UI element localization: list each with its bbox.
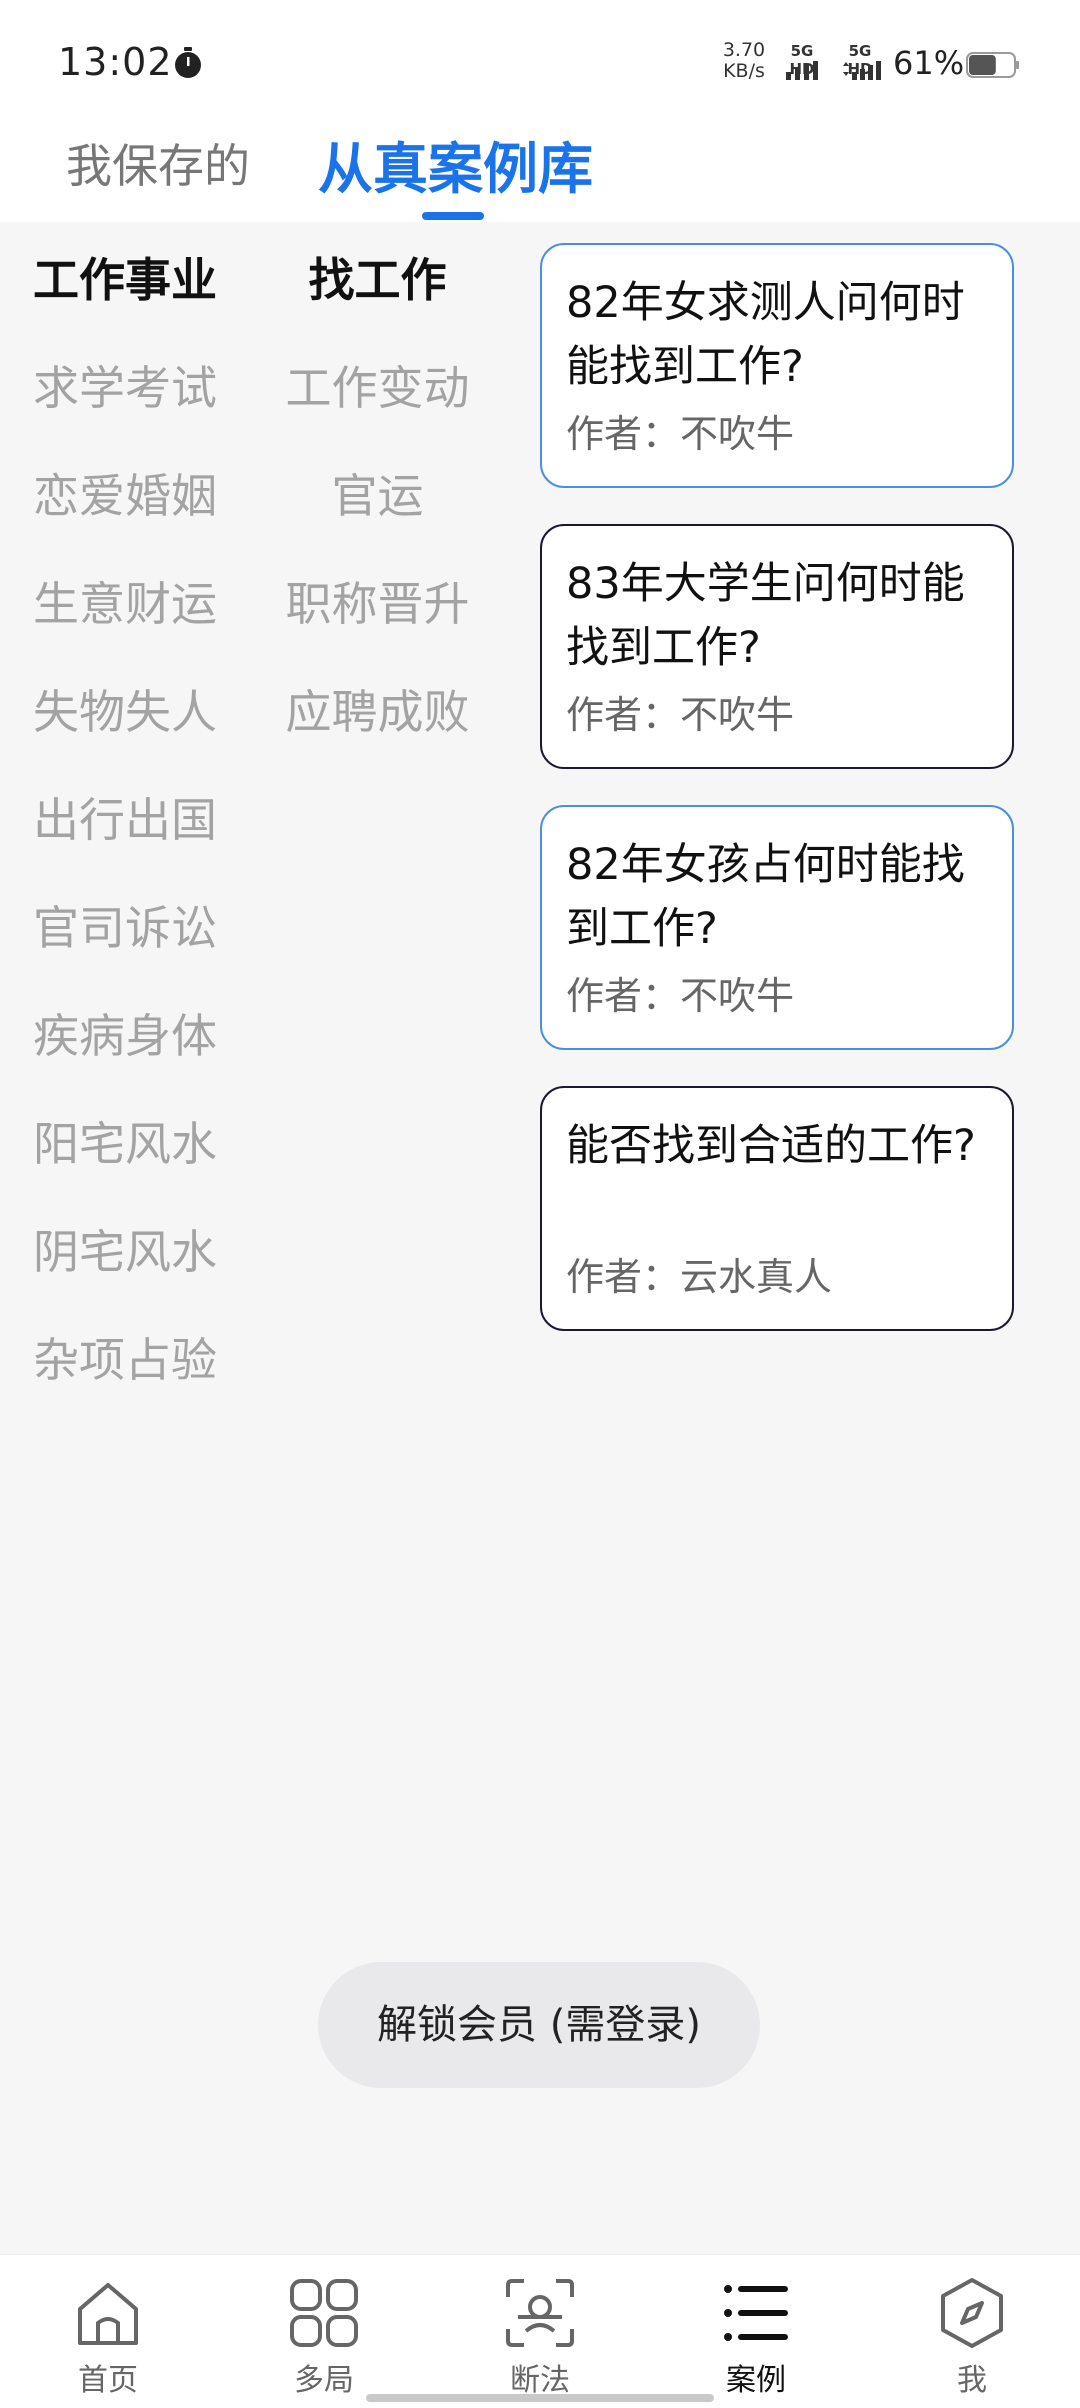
main-category-item[interactable]: 阴宅风水 — [20, 1222, 230, 1330]
list-icon — [724, 2285, 788, 2341]
status-time: 13:02 — [58, 40, 173, 84]
case-author: 作者：不吹牛 — [566, 974, 795, 1018]
main-category-item[interactable]: 官司诉讼 — [20, 898, 230, 1006]
case-card[interactable]: 82年女孩占何时能找到工作? 作者：不吹牛 — [540, 805, 1014, 1050]
nav-cases[interactable]: 案例 — [686, 2255, 826, 2408]
main-category-item[interactable]: 恋爱婚姻 — [20, 466, 230, 574]
main-category-item[interactable]: 疾病身体 — [20, 1006, 230, 1114]
main-category-item[interactable]: 失物失人 — [20, 682, 230, 790]
battery-percent: 61% — [893, 44, 965, 82]
nav-me[interactable]: 我 — [902, 2255, 1042, 2408]
signal-bars-icon — [843, 61, 881, 80]
status-bar: 13:02 3.70 KB/s 5G HD 5G HD 61% — [0, 0, 1080, 110]
sub-category-item[interactable]: 官运 — [270, 466, 485, 574]
battery-icon — [966, 52, 1019, 78]
main-category-item[interactable]: 求学考试 — [20, 358, 230, 466]
main-category-item[interactable]: 生意财运 — [20, 574, 230, 682]
scan-icon — [506, 2279, 574, 2347]
sim2-signal: 5G HD — [834, 42, 886, 82]
case-author: 作者：不吹牛 — [566, 412, 795, 456]
case-author: 作者：不吹牛 — [566, 693, 795, 737]
home-icon — [78, 2283, 138, 2345]
sim1-signal: 5G HD — [776, 42, 828, 82]
unlock-membership-button[interactable]: 解锁会员 (需登录) — [318, 1962, 760, 2088]
nav-method[interactable]: 断法 — [470, 2255, 610, 2408]
network-speed: 3.70 KB/s — [722, 39, 766, 82]
tab-case-library[interactable]: 从真案例库 — [318, 124, 593, 204]
case-title: 能否找到合适的工作? — [566, 1121, 976, 1171]
case-title: 82年女孩占何时能找到工作? — [566, 840, 965, 954]
sub-category-list: 找工作 工作变动 官运 职称晋升 应聘成败 — [270, 250, 485, 790]
case-card[interactable]: 82年女求测人问何时能找到工作? 作者：不吹牛 — [540, 243, 1014, 488]
case-title: 83年大学生问何时能找到工作? — [566, 559, 965, 673]
main-category-item[interactable]: 杂项占验 — [20, 1330, 230, 1438]
signal-bars-icon — [786, 61, 818, 80]
sub-category-item[interactable]: 找工作 — [270, 250, 485, 358]
sub-category-item[interactable]: 应聘成败 — [270, 682, 485, 790]
main-category-item[interactable]: 出行出国 — [20, 790, 230, 898]
sub-category-item[interactable]: 职称晋升 — [270, 574, 485, 682]
stopwatch-icon — [175, 47, 201, 78]
home-indicator — [366, 2394, 714, 2402]
main-category-item[interactable]: 阳宅风水 — [20, 1114, 230, 1222]
sub-category-item[interactable]: 工作变动 — [270, 358, 485, 466]
main-category-list: 工作事业 求学考试 恋爱婚姻 生意财运 失物失人 出行出国 官司诉讼 疾病身体 阳宅风水 阴宅风水… — [20, 250, 230, 1438]
main-category-item[interactable]: 工作事业 — [20, 250, 230, 358]
top-tabs: 我保存的 从真案例库 — [0, 110, 1080, 222]
grid-icon — [290, 2279, 358, 2347]
case-card[interactable]: 83年大学生问何时能找到工作? 作者：不吹牛 — [540, 524, 1014, 769]
nav-multi[interactable]: 多局 — [254, 2255, 394, 2408]
bottom-nav: 首页 多局 断法 案例 我 — [0, 2254, 1080, 2408]
case-card[interactable]: 能否找到合适的工作? 作者：云水真人 — [540, 1086, 1014, 1331]
tab-saved[interactable]: 我保存的 — [66, 130, 250, 196]
case-author: 作者：云水真人 — [566, 1255, 833, 1299]
compass-icon — [941, 2278, 1003, 2348]
screen: 13:02 3.70 KB/s 5G HD 5G HD 61% 我保存的 从真案… — [0, 0, 1080, 2408]
case-title: 82年女求测人问何时能找到工作? — [566, 278, 965, 392]
nav-home[interactable]: 首页 — [38, 2255, 178, 2408]
tab-indicator — [422, 212, 484, 220]
